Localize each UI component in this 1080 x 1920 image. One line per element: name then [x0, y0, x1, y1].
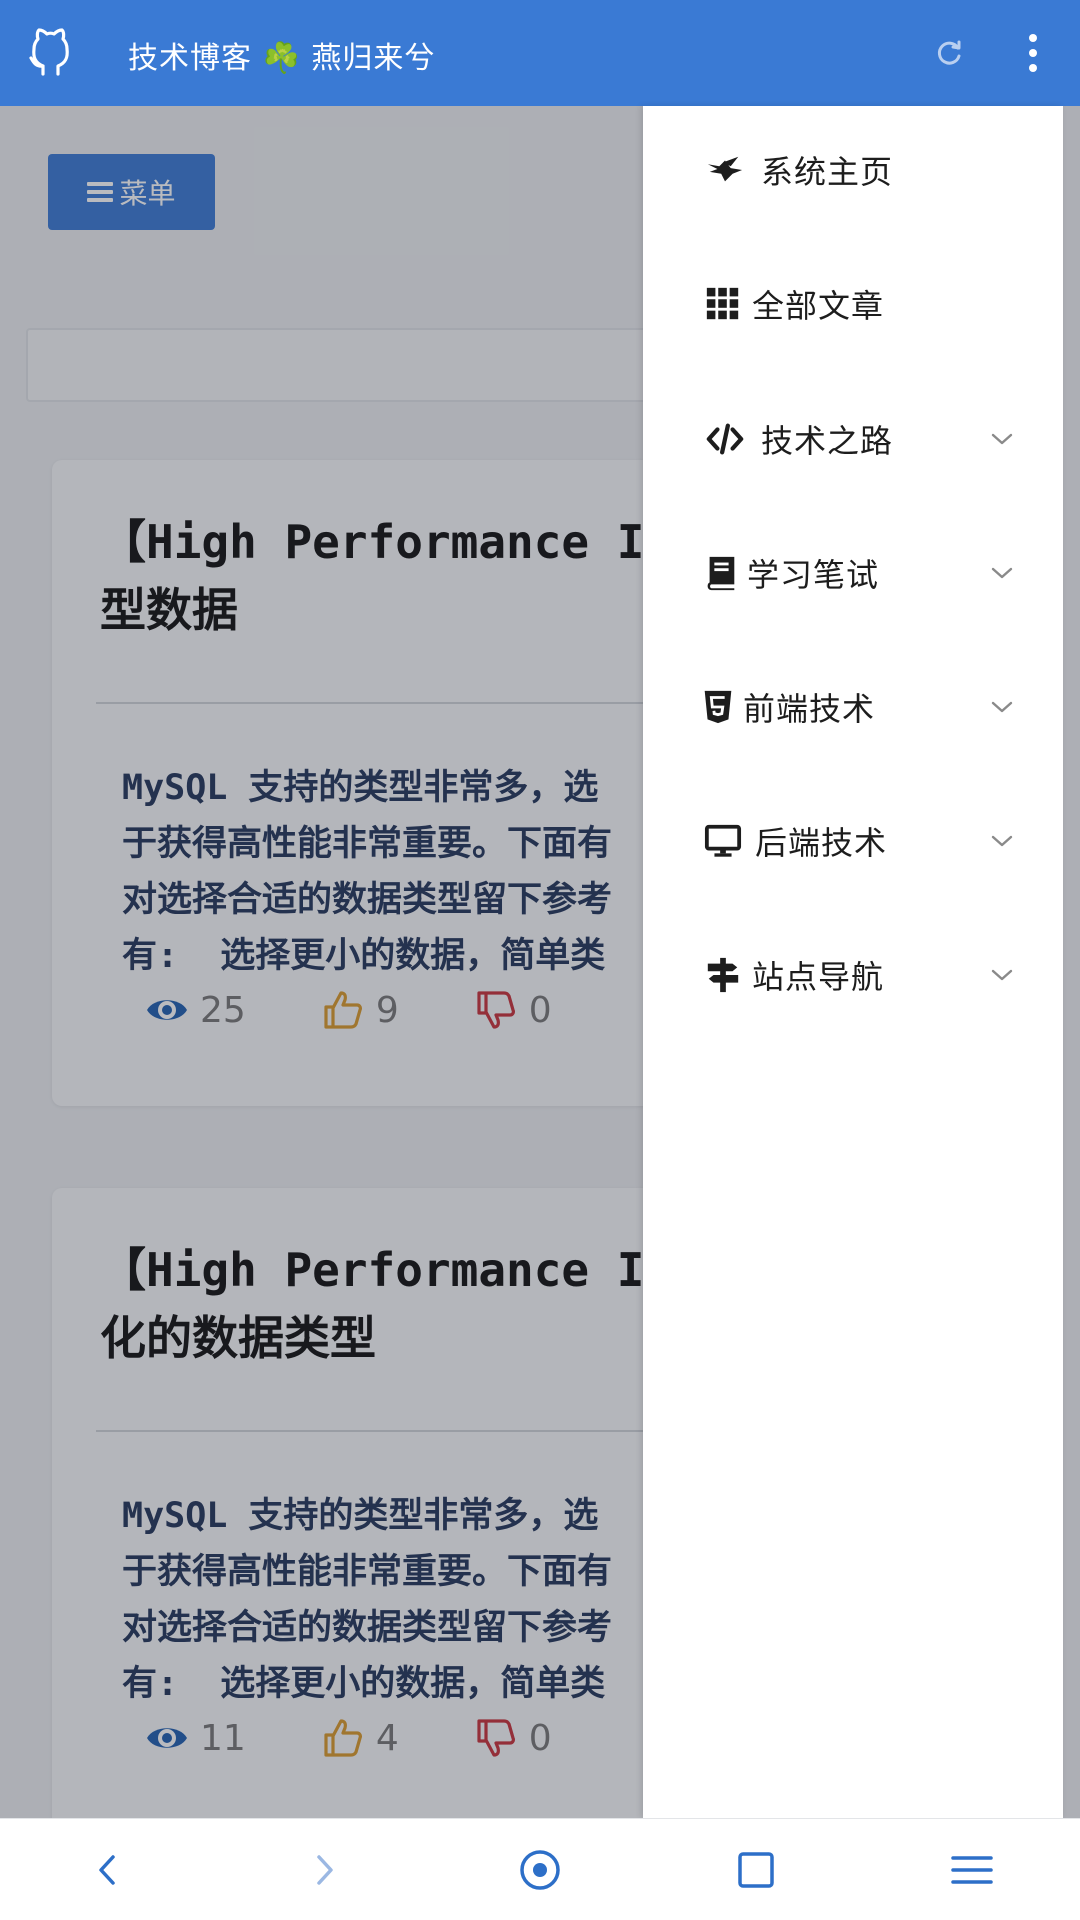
tabs-icon: [738, 1852, 774, 1888]
html5-icon: [698, 687, 738, 727]
drawer-item-label: 全部文章: [752, 287, 885, 325]
drawer-item-label: 站点导航: [752, 958, 885, 996]
drawer-item-label: 技术之路: [761, 422, 894, 460]
github-icon[interactable]: [28, 27, 72, 77]
book-icon: [701, 553, 741, 593]
top-app-bar: 技术博客 ☘️ 燕归来兮: [0, 0, 1080, 106]
drawer-item-study-notes[interactable]: 学习笔试: [643, 528, 1063, 618]
drawer-item-label: 学习笔试: [747, 556, 880, 594]
tabs-button[interactable]: [731, 1845, 781, 1895]
signpost-icon: [703, 955, 743, 995]
drawer-item-backend[interactable]: 后端技术: [643, 796, 1063, 886]
more-vertical-icon[interactable]: [1020, 32, 1046, 76]
refresh-icon[interactable]: [934, 38, 964, 68]
back-icon: [99, 1855, 115, 1885]
menu-icon: [951, 1856, 993, 1884]
page: 技术博客 ☘️ 燕归来兮 菜单 【High Performance I 型数据 …: [0, 0, 1080, 1920]
bird-logo-icon: [705, 150, 745, 190]
app-title: 技术博客 ☘️ 燕归来兮: [128, 41, 436, 76]
chevron-down-icon: [991, 969, 1013, 981]
code-icon: [705, 419, 745, 459]
home-button[interactable]: [515, 1845, 565, 1895]
chevron-down-icon: [991, 835, 1013, 847]
drawer-item-frontend[interactable]: 前端技术: [643, 662, 1063, 752]
drawer-item-label: 系统主页: [761, 153, 894, 191]
menu-button-bottom[interactable]: [947, 1845, 997, 1895]
drawer-item-label: 后端技术: [755, 824, 888, 862]
navigation-drawer: 系统主页 全部文章 技术之路 学习笔试 前端技术 后端技术 站点导航: [643, 106, 1063, 1818]
drawer-item-tech-road[interactable]: 技术之路: [643, 394, 1063, 484]
forward-button[interactable]: [299, 1845, 349, 1895]
chevron-down-icon: [991, 433, 1013, 445]
drawer-item-site-nav[interactable]: 站点导航: [643, 930, 1063, 1020]
forward-icon: [317, 1855, 333, 1885]
drawer-item-label: 前端技术: [743, 690, 876, 728]
grid-icon: [703, 284, 743, 324]
back-button[interactable]: [83, 1845, 133, 1895]
chevron-down-icon: [991, 567, 1013, 579]
desktop-icon: [703, 821, 743, 861]
chevron-down-icon: [991, 701, 1013, 713]
drawer-item-all-articles[interactable]: 全部文章: [643, 259, 1063, 349]
drawer-item-home[interactable]: 系统主页: [643, 125, 1063, 215]
browser-bottom-bar: [0, 1818, 1080, 1920]
home-icon: [520, 1850, 560, 1890]
